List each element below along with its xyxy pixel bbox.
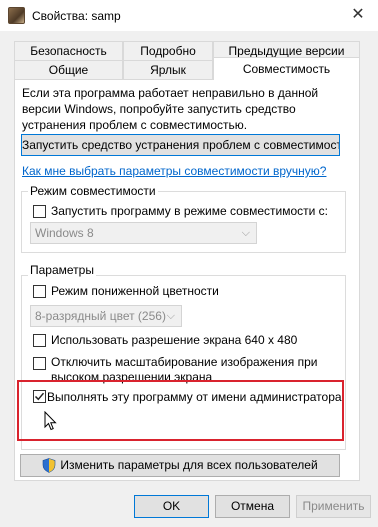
tab-security[interactable]: Безопасность [14, 41, 123, 60]
tab-shortcut[interactable]: Ярлык [123, 60, 213, 79]
reduced-color-checkbox[interactable] [33, 285, 46, 298]
help-link[interactable]: Как мне выбрать параметры совместимости … [22, 164, 326, 178]
compat-mode-checkbox[interactable] [33, 205, 46, 218]
run-troubleshooter-button[interactable]: Запустить средство устранения проблем с … [21, 134, 340, 156]
uac-shield-icon [43, 458, 56, 474]
app-icon [8, 7, 25, 24]
settings-group-label: Параметры [28, 263, 96, 277]
tab-details[interactable]: Подробно [123, 41, 213, 60]
ok-button[interactable]: OK [134, 495, 209, 518]
res-640-label: Использовать разрешение экрана 640 x 480 [51, 333, 298, 347]
dpi-scaling-label-line1: Отключить масштабирование изображения пр… [51, 355, 318, 369]
change-settings-all-users-button[interactable]: Изменить параметры для всех пользователе… [20, 454, 340, 477]
res-640-checkbox[interactable] [33, 334, 46, 347]
close-icon: ✕ [351, 6, 365, 23]
highlight-annotation-box [17, 380, 344, 441]
change-settings-all-users-label: Изменить параметры для всех пользователе… [60, 458, 318, 472]
color-depth-select[interactable]: 8-разрядный цвет (256) ⌵ [30, 305, 182, 327]
cancel-button[interactable]: Отмена [215, 495, 290, 518]
tab-compatibility[interactable]: Совместимость [213, 57, 360, 80]
os-version-value: Windows 8 [35, 226, 94, 240]
chevron-down-icon: ⌵ [166, 310, 175, 322]
title-bar[interactable]: Свойства: samp ✕ [0, 0, 378, 31]
intro-text: Если эта программа работает неправильно … [22, 86, 319, 132]
chevron-down-icon: ⌵ [241, 227, 250, 239]
tab-general[interactable]: Общие [14, 60, 123, 79]
window-title: Свойства: samp [32, 9, 121, 23]
close-button[interactable]: ✕ [344, 4, 372, 26]
reduced-color-label: Режим пониженной цветности [51, 284, 219, 298]
mouse-cursor-icon [44, 411, 57, 431]
apply-button[interactable]: Применить [296, 495, 371, 518]
compat-mode-group-label: Режим совместимости [28, 184, 158, 198]
os-version-select[interactable]: Windows 8 ⌵ [30, 222, 257, 244]
color-depth-value: 8-разрядный цвет (256) [35, 309, 166, 323]
dpi-scaling-checkbox[interactable] [33, 357, 46, 370]
compat-mode-checkbox-label: Запустить программу в режиме совместимос… [51, 204, 328, 218]
